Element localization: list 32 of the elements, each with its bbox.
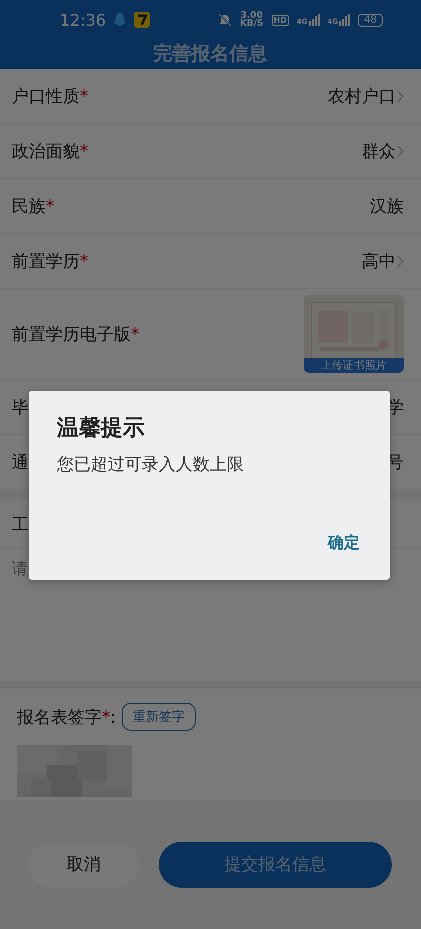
dialog-title: 温馨提示: [57, 415, 146, 443]
field-value: 号: [387, 452, 404, 474]
network-speed: 3.00 KB/S: [240, 12, 264, 28]
signature-label: 报名表签字*:: [17, 706, 116, 728]
field-label: 工: [12, 514, 29, 536]
hd-indicator: HD: [272, 14, 290, 26]
upload-photo-button[interactable]: 上传证书照片: [304, 358, 404, 373]
field-label: 政治面貌*: [12, 142, 88, 162]
chevron-right-icon: [397, 254, 404, 268]
select-value[interactable]: 高中: [362, 250, 396, 272]
field-value: 汉族: [370, 196, 404, 218]
page-title: 完善报名信息: [152, 42, 268, 67]
field-label: 前置学历电子版*: [12, 324, 140, 344]
muted-bell-icon: [218, 13, 232, 27]
status-time: 12:36: [60, 10, 106, 30]
app-icon: [134, 12, 150, 28]
field-label: 前置学历*: [12, 252, 88, 272]
signal-icon: [339, 14, 350, 26]
field-label: 毕: [12, 398, 29, 418]
dialog-message: 您已超过可录入人数上限: [57, 454, 245, 476]
field-label: 民族*: [12, 196, 54, 216]
battery-level: 48: [358, 14, 383, 26]
signal-icon: [308, 14, 320, 26]
field-label: 通: [12, 452, 29, 472]
chevron-right-icon: [397, 90, 404, 102]
re-sign-button[interactable]: 重新签字: [122, 703, 196, 731]
chat-app-icon: [114, 12, 126, 28]
select-value[interactable]: 群众: [362, 140, 396, 162]
cancel-button[interactable]: 取消: [29, 842, 139, 888]
chevron-right-icon: [397, 144, 404, 158]
select-value[interactable]: 农村户口: [328, 84, 396, 108]
field-label: 户口性质*: [12, 86, 88, 106]
